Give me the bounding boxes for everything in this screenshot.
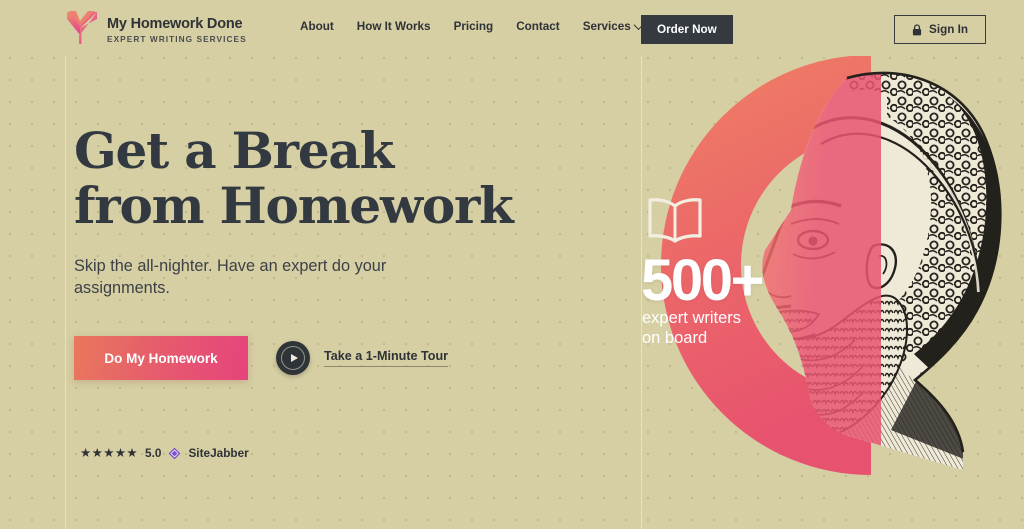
- nav-item-services[interactable]: Services: [582, 20, 644, 33]
- promo-panel: 500+ expert writers on board: [641, 0, 1024, 529]
- do-my-homework-button[interactable]: Do My Homework: [74, 336, 248, 380]
- nav-item-contact[interactable]: Contact: [516, 20, 560, 33]
- open-book-icon: [648, 198, 702, 243]
- lock-icon: [912, 23, 922, 35]
- nav-item-pricing[interactable]: Pricing: [454, 20, 494, 33]
- stat-label: expert writers on board: [642, 309, 742, 348]
- sign-in-button[interactable]: Sign In: [894, 15, 986, 44]
- nav-label: About: [300, 20, 334, 33]
- nav-label: How It Works: [356, 20, 431, 33]
- main-nav: About How It Works Pricing Contact Servi…: [300, 20, 644, 33]
- take-tour-label: Take a 1-Minute Tour: [324, 349, 449, 367]
- hero-subheading: Skip the all-nighter. Have an expert do …: [74, 257, 387, 297]
- brand-tagline: EXPERT WRITING SERVICES: [107, 33, 247, 44]
- nav-label: Pricing: [453, 20, 494, 33]
- rating-score: 5.0: [145, 446, 162, 460]
- play-circle-icon: [276, 341, 310, 375]
- brand-logo[interactable]: My Homework Done EXPERT WRITING SERVICES: [66, 9, 247, 49]
- stat-number: 500+: [641, 248, 764, 313]
- page-title: Get a Break from Homework: [74, 121, 514, 235]
- nav-item-about[interactable]: About: [300, 20, 334, 33]
- sign-in-label: Sign In: [929, 23, 968, 36]
- landing-page: 500+ expert writers on board My Homework…: [0, 0, 1024, 529]
- take-tour-link[interactable]: Take a 1-Minute Tour: [276, 341, 449, 375]
- nav-label: Contact: [516, 20, 560, 33]
- sitejabber-badge-icon: [169, 447, 181, 459]
- hero-section: Get a Break from Homework Skip the all-n…: [0, 56, 641, 529]
- book-checkmark-logo-icon: [67, 11, 97, 44]
- hero-cta-row: Do My Homework Take a 1-Minute Tour: [74, 336, 449, 380]
- star-rating-icon: ★★★★★: [80, 445, 139, 460]
- rating-source: SiteJabber: [188, 446, 249, 460]
- rating-badge[interactable]: ★★★★★ 5.0 SiteJabber: [80, 446, 249, 460]
- site-header: My Homework Done EXPERT WRITING SERVICES…: [0, 0, 1024, 56]
- order-now-button[interactable]: Order Now: [641, 15, 733, 44]
- brand-name: My Homework Done: [107, 16, 243, 33]
- nav-item-how-it-works[interactable]: How It Works: [357, 20, 431, 33]
- nav-label: Services: [582, 20, 631, 33]
